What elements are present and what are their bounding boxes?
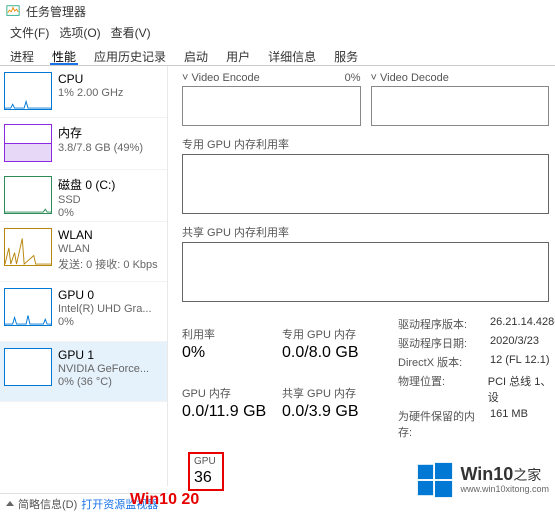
title-bar: 任务管理器 xyxy=(0,0,555,22)
disk-title: 磁盘 0 (C:) xyxy=(58,176,115,193)
menu-bar: 文件(F) 选项(O) 查看(V) xyxy=(0,22,555,42)
gpu1-sub2: 0% (36 °C) xyxy=(58,376,149,388)
mem-title: 内存 xyxy=(58,124,143,141)
drv-ver-v: 26.21.14.4286 xyxy=(490,316,555,332)
gpu-detail-panel: ˅ Video Encode 0% ˅ Video Decode 专用 GPU … xyxy=(168,66,555,486)
footer-text: Win10 20 xyxy=(130,491,199,509)
gpu-temp-highlight: GPU 36 xyxy=(188,452,224,491)
window-title: 任务管理器 xyxy=(26,3,86,20)
shared-mem-label: 共享 GPU 内存利用率 xyxy=(182,224,549,240)
main-panel: CPU 1% 2.00 GHz 内存 3.8/7.8 GB (49%) 磁盘 0… xyxy=(0,66,555,486)
gpu0-sub2: 0% xyxy=(58,316,152,328)
shared-mem-graph[interactable] xyxy=(182,242,549,302)
drv-date-k: 驱动程序日期: xyxy=(398,335,482,351)
sidebar-item-wlan[interactable]: WLAN WLAN 发送: 0 接收: 0 Kbps xyxy=(0,222,167,282)
gpumem-label: GPU 内存 xyxy=(182,385,282,401)
chevron-up-icon[interactable] xyxy=(6,501,14,506)
disk-sub2: 0% xyxy=(58,207,115,219)
sidebar-item-disk[interactable]: 磁盘 0 (C:) SSD 0% xyxy=(0,170,167,222)
performance-sidebar: CPU 1% 2.00 GHz 内存 3.8/7.8 GB (49%) 磁盘 0… xyxy=(0,66,168,486)
loc-v: PCI 总线 1、设 xyxy=(488,373,555,405)
gpu-temp-value: 36 xyxy=(194,469,216,487)
sidebar-item-gpu1[interactable]: GPU 1 NVIDIA GeForce... 0% (36 °C) xyxy=(0,342,167,402)
shrmem-label: 共享 GPU 内存 xyxy=(282,385,382,401)
sidebar-item-cpu[interactable]: CPU 1% 2.00 GHz xyxy=(0,66,167,118)
tab-startup[interactable]: 启动 xyxy=(182,46,210,65)
task-manager-icon xyxy=(6,4,20,18)
tab-bar: 进程 性能 应用历史记录 启动 用户 详细信息 服务 xyxy=(0,42,555,66)
video-encode-label: Video Encode xyxy=(191,72,259,84)
tab-services[interactable]: 服务 xyxy=(332,46,360,65)
video-decode-graph[interactable] xyxy=(371,86,550,126)
wlan-title: WLAN xyxy=(58,228,158,242)
wlan-sub2: 发送: 0 接收: 0 Kbps xyxy=(58,256,158,272)
chevron-down-icon[interactable]: ˅ Video Decode xyxy=(371,72,449,84)
gpu-temp-label: GPU xyxy=(194,456,216,467)
gpu1-sub: NVIDIA GeForce... xyxy=(58,363,149,375)
watermark-sub: www.win10xitong.com xyxy=(460,485,549,495)
video-decode-label: Video Decode xyxy=(380,72,449,84)
tab-history[interactable]: 应用历史记录 xyxy=(92,46,168,65)
gpu1-thumb xyxy=(4,348,52,386)
drv-date-v: 2020/3/23 xyxy=(490,335,539,351)
drv-ver-k: 驱动程序版本: xyxy=(398,316,482,332)
wlan-sub: WLAN xyxy=(58,243,158,255)
shrmem-value: 0.0/3.9 GB xyxy=(282,403,382,421)
gpu0-sub: Intel(R) UHD Gra... xyxy=(58,303,152,315)
tab-details[interactable]: 详细信息 xyxy=(266,46,318,65)
util-value: 0% xyxy=(182,344,282,362)
cpu-thumb xyxy=(4,72,52,110)
gpu-meta: 驱动程序版本: 26.21.14.4286 驱动程序日期: 2020/3/23 Di… xyxy=(398,316,555,443)
dedicated-mem-graph[interactable] xyxy=(182,154,549,214)
video-encode-pct: 0% xyxy=(345,72,361,84)
video-encode-graph[interactable] xyxy=(182,86,361,126)
chevron-down-icon[interactable]: ˅ Video Encode xyxy=(182,72,260,84)
dedmem-value: 0.0/8.0 GB xyxy=(282,344,382,362)
cpu-title: CPU xyxy=(58,72,123,86)
cpu-sub: 1% 2.00 GHz xyxy=(58,87,123,99)
tab-performance[interactable]: 性能 xyxy=(50,46,78,65)
gpu0-thumb xyxy=(4,288,52,326)
mem-thumb xyxy=(4,124,52,162)
res-k: 为硬件保留的内存: xyxy=(398,408,482,440)
watermark: Win10之家 www.win10xitong.com xyxy=(416,461,549,499)
dedicated-mem-label: 专用 GPU 内存利用率 xyxy=(182,136,549,152)
top-graph-row: ˅ Video Encode 0% ˅ Video Decode xyxy=(182,72,549,126)
disk-sub: SSD xyxy=(58,194,115,206)
sidebar-item-memory[interactable]: 内存 3.8/7.8 GB (49%) xyxy=(0,118,167,170)
loc-k: 物理位置: xyxy=(398,373,480,405)
util-label: 利用率 xyxy=(182,326,282,342)
menu-view[interactable]: 查看(V) xyxy=(107,24,155,40)
gpu0-title: GPU 0 xyxy=(58,288,152,302)
menu-file[interactable]: 文件(F) xyxy=(6,24,53,40)
tab-users[interactable]: 用户 xyxy=(224,46,252,65)
wlan-thumb xyxy=(4,228,52,266)
tab-processes[interactable]: 进程 xyxy=(8,46,36,65)
gpu1-title: GPU 1 xyxy=(58,348,149,362)
dx-k: DirectX 版本: xyxy=(398,354,482,370)
dx-v: 12 (FL 12.1) xyxy=(490,354,550,370)
dedmem-label: 专用 GPU 内存 xyxy=(282,326,382,342)
gpumem-value: 0.0/11.9 GB xyxy=(182,403,282,421)
menu-options[interactable]: 选项(O) xyxy=(55,24,104,40)
res-v: 161 MB xyxy=(490,408,528,440)
fewer-details-link[interactable]: 简略信息(D) xyxy=(18,496,77,512)
mem-sub: 3.8/7.8 GB (49%) xyxy=(58,142,143,154)
disk-thumb xyxy=(4,176,52,214)
watermark-main: Win10 xyxy=(460,464,513,484)
windows-logo-icon xyxy=(416,461,454,499)
sidebar-item-gpu0[interactable]: GPU 0 Intel(R) UHD Gra... 0% xyxy=(0,282,167,342)
watermark-zhi: 之家 xyxy=(513,467,541,483)
